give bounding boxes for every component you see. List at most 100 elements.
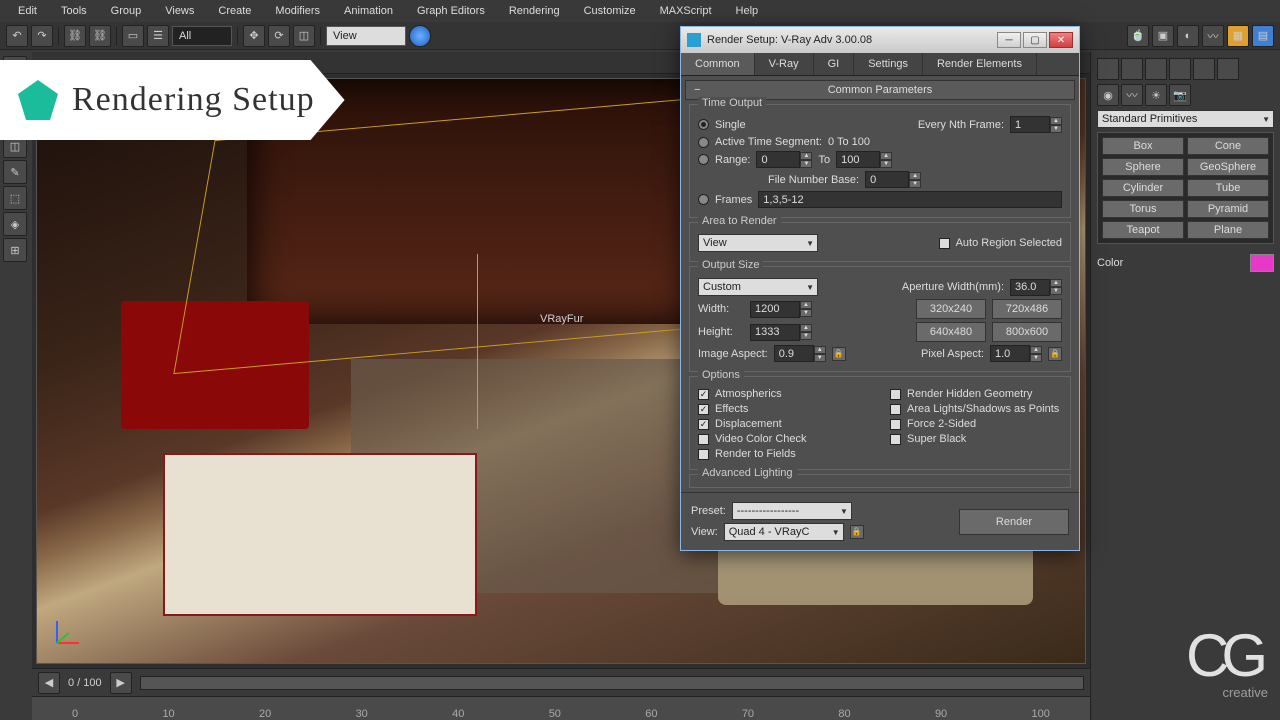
mat-editor-icon[interactable]: ◐ bbox=[1177, 25, 1199, 47]
menu-rendering[interactable]: Rendering bbox=[499, 2, 570, 20]
output-preset-select[interactable]: Custom bbox=[698, 278, 818, 296]
dialog-titlebar[interactable]: Render Setup: V-Ray Adv 3.00.08 ─ ▢ ✕ bbox=[681, 27, 1079, 53]
render-globe-icon[interactable] bbox=[409, 25, 431, 47]
chk-render-to-fields[interactable] bbox=[698, 449, 709, 460]
objtype-box[interactable]: Box bbox=[1102, 137, 1184, 155]
layer-icon[interactable]: ▤ bbox=[1252, 25, 1274, 47]
pixel-aspect-input[interactable] bbox=[990, 345, 1030, 362]
select-icon[interactable]: ▭ bbox=[122, 25, 144, 47]
chk-effects[interactable]: ✓ bbox=[698, 404, 709, 415]
object-color-swatch[interactable] bbox=[1250, 254, 1274, 272]
radio-active-segment[interactable] bbox=[698, 137, 709, 148]
objtype-cylinder[interactable]: Cylinder bbox=[1102, 179, 1184, 197]
minimize-button[interactable]: ─ bbox=[997, 32, 1021, 48]
render-setup-icon[interactable]: 🍵 bbox=[1127, 25, 1149, 47]
menu-create[interactable]: Create bbox=[208, 2, 261, 20]
close-button[interactable]: ✕ bbox=[1049, 32, 1073, 48]
file-number-base-input[interactable] bbox=[865, 171, 909, 188]
height-input[interactable] bbox=[750, 324, 800, 341]
frames-input[interactable] bbox=[758, 191, 1062, 208]
view-lock-icon[interactable]: 🔒 bbox=[850, 525, 864, 539]
unlink-icon[interactable]: ⛓ bbox=[89, 25, 111, 47]
preset-640x480[interactable]: 640x480 bbox=[916, 322, 986, 342]
selection-filter-dropdown[interactable]: All bbox=[172, 26, 232, 46]
menu-modifiers[interactable]: Modifiers bbox=[265, 2, 330, 20]
preset-select[interactable]: ----------------- bbox=[732, 502, 852, 520]
menu-views[interactable]: Views bbox=[155, 2, 204, 20]
link-icon[interactable]: ⛓ bbox=[64, 25, 86, 47]
timeline-next-icon[interactable]: ▶ bbox=[110, 672, 132, 694]
tool-icon[interactable]: ✎ bbox=[3, 160, 27, 184]
time-ruler[interactable]: 0 10 20 30 40 50 60 70 80 90 100 bbox=[32, 696, 1090, 720]
objtype-torus[interactable]: Torus bbox=[1102, 200, 1184, 218]
preset-720x486[interactable]: 720x486 bbox=[992, 299, 1062, 319]
chk-hidden-geometry[interactable] bbox=[890, 389, 901, 400]
range-from-input[interactable] bbox=[756, 151, 800, 168]
rotate-icon[interactable]: ⟳ bbox=[268, 25, 290, 47]
radio-single[interactable] bbox=[698, 119, 709, 130]
image-aspect-input[interactable] bbox=[774, 345, 814, 362]
tab-common[interactable]: Common bbox=[681, 53, 755, 75]
objtype-geosphere[interactable]: GeoSphere bbox=[1187, 158, 1269, 176]
hierarchy-tab-icon[interactable] bbox=[1145, 58, 1167, 80]
chk-auto-region[interactable] bbox=[939, 238, 950, 249]
menu-animation[interactable]: Animation bbox=[334, 2, 403, 20]
range-to-input[interactable] bbox=[836, 151, 880, 168]
objtype-cone[interactable]: Cone bbox=[1187, 137, 1269, 155]
tool-icon[interactable]: ⬚ bbox=[3, 186, 27, 210]
lights-cat-icon[interactable]: ☀ bbox=[1145, 84, 1167, 106]
preset-320x240[interactable]: 320x240 bbox=[916, 299, 986, 319]
modify-tab-icon[interactable] bbox=[1121, 58, 1143, 80]
tool-icon[interactable]: ⊞ bbox=[3, 238, 27, 262]
chk-area-lights[interactable] bbox=[890, 404, 901, 415]
tool-icon[interactable]: ◈ bbox=[3, 212, 27, 236]
curve-editor-icon[interactable]: 〰 bbox=[1202, 25, 1224, 47]
image-aspect-lock-icon[interactable]: 🔒 bbox=[832, 347, 846, 361]
render-frame-icon[interactable]: ▣ bbox=[1152, 25, 1174, 47]
menu-edit[interactable]: Edit bbox=[8, 2, 47, 20]
view-select[interactable]: Quad 4 - VRayC bbox=[724, 523, 844, 541]
cameras-cat-icon[interactable]: 📷 bbox=[1169, 84, 1191, 106]
redo-icon[interactable]: ↷ bbox=[31, 25, 53, 47]
radio-range[interactable] bbox=[698, 154, 709, 165]
tab-vray[interactable]: V-Ray bbox=[755, 53, 814, 75]
geometry-cat-icon[interactable]: ◉ bbox=[1097, 84, 1119, 106]
object-category-dropdown[interactable]: Standard Primitives bbox=[1097, 110, 1274, 128]
undo-icon[interactable]: ↶ bbox=[6, 25, 28, 47]
move-icon[interactable]: ✥ bbox=[243, 25, 265, 47]
objtype-teapot[interactable]: Teapot bbox=[1102, 221, 1184, 239]
width-input[interactable] bbox=[750, 301, 800, 318]
menu-tools[interactable]: Tools bbox=[51, 2, 97, 20]
chk-super-black[interactable] bbox=[890, 434, 901, 445]
tab-render-elements[interactable]: Render Elements bbox=[923, 53, 1037, 75]
objtype-pyramid[interactable]: Pyramid bbox=[1187, 200, 1269, 218]
timeline-prev-icon[interactable]: ◀ bbox=[38, 672, 60, 694]
objtype-sphere[interactable]: Sphere bbox=[1102, 158, 1184, 176]
chk-displacement[interactable]: ✓ bbox=[698, 419, 709, 430]
tab-gi[interactable]: GI bbox=[814, 53, 855, 75]
render-button[interactable]: Render bbox=[959, 509, 1069, 535]
chk-video-color-check[interactable] bbox=[698, 434, 709, 445]
tab-settings[interactable]: Settings bbox=[854, 53, 923, 75]
utilities-tab-icon[interactable] bbox=[1217, 58, 1239, 80]
menu-customize[interactable]: Customize bbox=[574, 2, 646, 20]
objtype-tube[interactable]: Tube bbox=[1187, 179, 1269, 197]
motion-tab-icon[interactable] bbox=[1169, 58, 1191, 80]
radio-frames[interactable] bbox=[698, 194, 709, 205]
scale-icon[interactable]: ◫ bbox=[293, 25, 315, 47]
chk-force-2sided[interactable] bbox=[890, 419, 901, 430]
pixel-aspect-lock-icon[interactable]: 🔒 bbox=[1048, 347, 1062, 361]
schematic-icon[interactable]: ▦ bbox=[1227, 25, 1249, 47]
ref-coord-dropdown[interactable]: View bbox=[326, 26, 406, 46]
objtype-plane[interactable]: Plane bbox=[1187, 221, 1269, 239]
nth-frame-input[interactable] bbox=[1010, 116, 1050, 133]
shapes-cat-icon[interactable]: 〰 bbox=[1121, 84, 1143, 106]
display-tab-icon[interactable] bbox=[1193, 58, 1215, 80]
chk-atmospherics[interactable]: ✓ bbox=[698, 389, 709, 400]
select-name-icon[interactable]: ☰ bbox=[147, 25, 169, 47]
timeline-scrollbar[interactable] bbox=[140, 676, 1084, 690]
area-select[interactable]: View bbox=[698, 234, 818, 252]
create-tab-icon[interactable] bbox=[1097, 58, 1119, 80]
menu-help[interactable]: Help bbox=[726, 2, 769, 20]
menu-group[interactable]: Group bbox=[101, 2, 152, 20]
